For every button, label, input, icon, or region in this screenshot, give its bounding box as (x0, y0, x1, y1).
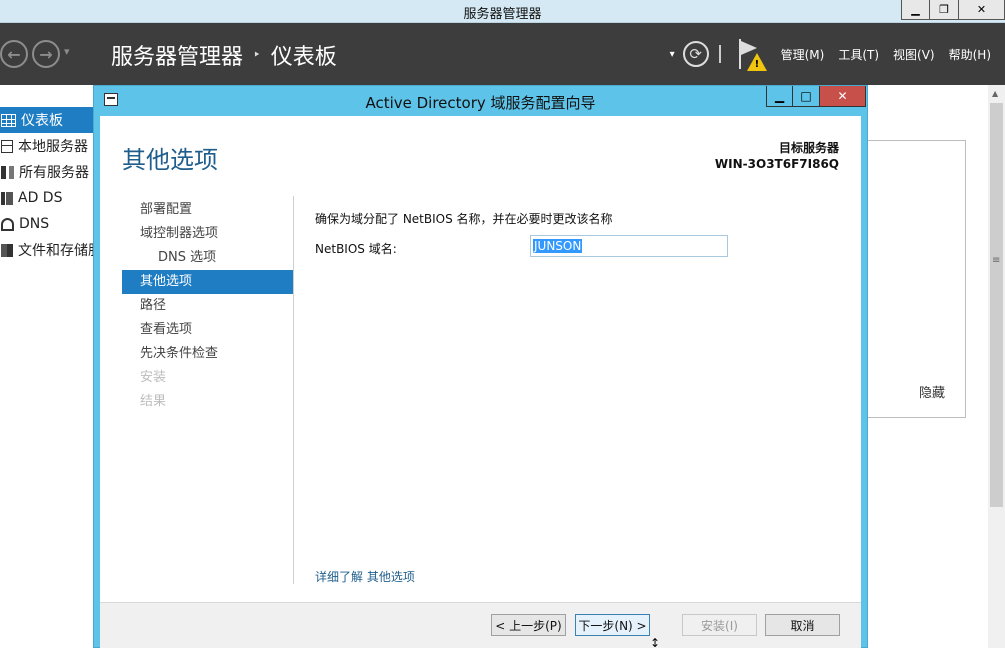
step-review-options[interactable]: 查看选项 (122, 318, 293, 342)
sidebar-item-label: 本地服务器 (18, 139, 88, 155)
dialog-title: Active Directory 域服务配置向导 (365, 94, 596, 112)
step-results: 结果 (140, 394, 167, 409)
dashboard-grid-icon (1, 113, 16, 127)
window-titlebar: 服务器管理器 ▁ ❐ ✕ (0, 0, 1005, 23)
vertical-scrollbar[interactable]: ▲ ≡ (988, 85, 1005, 648)
netbios-label: NetBIOS 域名: (315, 242, 397, 256)
sidebar-item-label: 所有服务器 (19, 165, 89, 181)
steps-divider (293, 196, 294, 584)
sidebar-item-label: DNS (19, 216, 50, 232)
history-dropdown-icon[interactable]: ▾ (64, 45, 70, 58)
menu-help[interactable]: 帮助(H) (949, 46, 991, 63)
window-title: 服务器管理器 (463, 7, 542, 22)
cancel-button[interactable]: 取消 (765, 614, 840, 636)
target-server-name: WIN-3O3T6F7I86Q (714, 157, 839, 171)
netbios-name-value: JUNSON (533, 239, 583, 253)
install-button: 安装(I) (682, 614, 757, 636)
mouse-cursor-icon: ↕ (650, 636, 661, 648)
toolbar-divider (718, 45, 721, 63)
breadcrumb-current: 仪表板 (270, 45, 337, 70)
target-server-info: 目标服务器 WIN-3O3T6F7I86Q (715, 140, 839, 172)
breadcrumb-root[interactable]: 服务器管理器 (111, 39, 243, 71)
step-additional-options[interactable]: 其他选项 (122, 270, 293, 294)
dashboard-tile: 隐藏 (866, 140, 966, 418)
dialog-body: 其他选项 目标服务器 WIN-3O3T6F7I86Q 部署配置 域控制器选项 D… (100, 116, 861, 602)
step-deployment-config[interactable]: 部署配置 (122, 198, 293, 222)
scroll-up-icon[interactable]: ▲ (992, 89, 998, 98)
notifications-flag-icon[interactable]: ! (737, 39, 767, 71)
step-prerequisites-check[interactable]: 先决条件检查 (122, 342, 293, 366)
dialog-controls: ▁ □ ✕ (766, 86, 866, 107)
header-toolbar: ▾ ⟳ ! 管理(M) 工具(T) 视图(V) 帮助(H) (670, 39, 1005, 71)
breadcrumb-separator-icon: ‣ (253, 47, 261, 63)
step-dc-options[interactable]: 域控制器选项 (122, 222, 293, 246)
sidebar-item-ad-ds[interactable]: AD DS (0, 185, 95, 211)
sidebar-item-local-server[interactable]: 本地服务器 (0, 133, 95, 159)
back-arrow-icon[interactable]: ← (0, 40, 28, 68)
ad-ds-icon (1, 191, 13, 205)
next-button[interactable]: 下一步(N) > (575, 614, 650, 636)
dialog-titlebar: Active Directory 域服务配置向导 ▁ □ ✕ (94, 86, 867, 116)
sidebar-item-label: 文件和存储服务 (18, 243, 95, 259)
target-server-label: 目标服务器 (778, 141, 839, 155)
scrollbar-thumb[interactable] (990, 103, 1003, 507)
menu-view[interactable]: 视图(V) (893, 46, 935, 63)
window-restore-button[interactable]: ❐ (930, 0, 959, 20)
dialog-close-button[interactable]: ✕ (820, 86, 866, 107)
storage-icon (1, 243, 13, 257)
wizard-steps: 部署配置 域控制器选项 DNS 选项 其他选项 路径 查看选项 先决条件检查 安… (122, 198, 293, 414)
page-title: 其他选项 (122, 146, 218, 174)
sidebar-item-label: 仪表板 (21, 113, 63, 129)
dialog-footer: < 上一步(P) 下一步(N) > 安装(I) 取消 (100, 602, 861, 648)
refresh-icon[interactable]: ⟳ (682, 41, 709, 67)
servers-icon (1, 165, 14, 179)
header-dropdown-icon[interactable]: ▾ (670, 49, 675, 60)
forward-arrow-icon[interactable]: → (32, 40, 60, 68)
dialog-minimize-button[interactable]: ▁ (766, 86, 793, 107)
sidebar: 仪表板 本地服务器 所有服务器 AD DS DNS 文件和存储服务 (0, 107, 95, 263)
server-icon (1, 139, 13, 153)
dialog-maximize-button[interactable]: □ (793, 86, 820, 107)
menu-manage[interactable]: 管理(M) (781, 46, 825, 63)
instruction-text: 确保为域分配了 NetBIOS 名称，并在必要时更改该名称 (315, 212, 613, 226)
netbios-name-input[interactable]: JUNSON (530, 235, 728, 257)
menu-tools[interactable]: 工具(T) (838, 46, 879, 63)
sidebar-item-all-servers[interactable]: 所有服务器 (0, 159, 95, 185)
learn-more-link[interactable]: 详细了解 其他选项 (315, 568, 415, 585)
step-installation: 安装 (140, 370, 167, 385)
step-dns-options[interactable]: DNS 选项 (122, 246, 293, 270)
scrollbar-grip-icon: ≡ (992, 255, 1001, 266)
previous-button[interactable]: < 上一步(P) (491, 614, 566, 636)
hide-link[interactable]: 隐藏 (919, 382, 945, 401)
sidebar-item-dns[interactable]: DNS (0, 211, 95, 237)
sidebar-item-label: AD DS (18, 190, 63, 206)
window-controls: ▁ ❐ ✕ (901, 0, 1005, 21)
server-manager-header: ← → ▾ 服务器管理器 ‣ 仪表板 ▾ ⟳ ! 管理(M) 工具(T) 视图(… (0, 23, 1005, 85)
breadcrumb: 服务器管理器 ‣ 仪表板 (111, 39, 337, 71)
dns-icon (1, 217, 14, 231)
window-close-button[interactable]: ✕ (959, 0, 1005, 20)
sidebar-item-dashboard[interactable]: 仪表板 (0, 107, 95, 133)
ad-ds-config-wizard: Active Directory 域服务配置向导 ▁ □ ✕ 其他选项 目标服务… (93, 85, 868, 648)
sidebar-item-file-storage[interactable]: 文件和存储服务 (0, 237, 95, 263)
step-paths[interactable]: 路径 (122, 294, 293, 318)
window-minimize-button[interactable]: ▁ (901, 0, 930, 20)
